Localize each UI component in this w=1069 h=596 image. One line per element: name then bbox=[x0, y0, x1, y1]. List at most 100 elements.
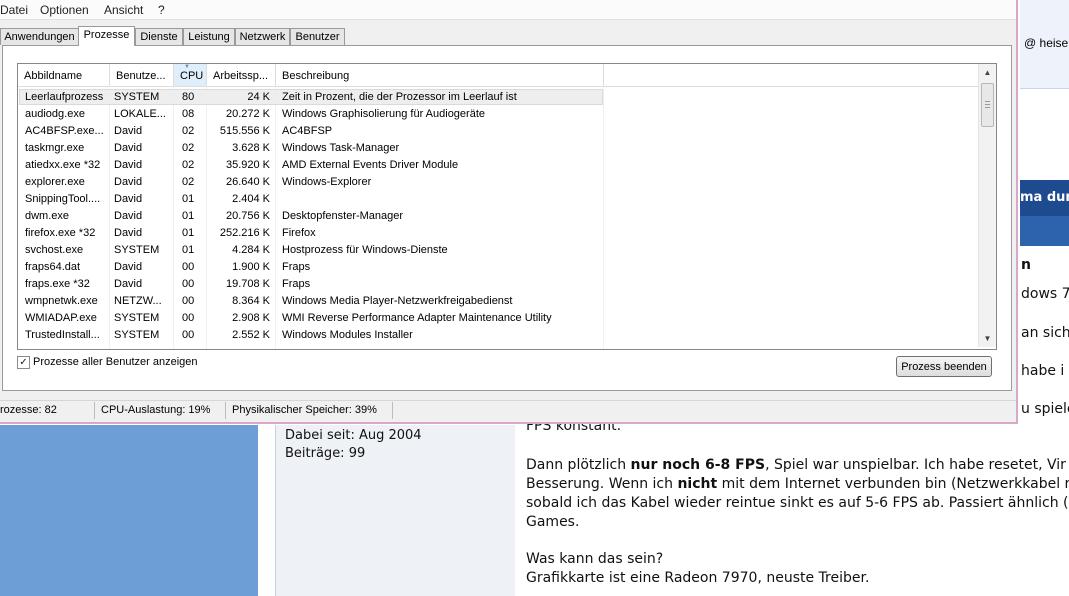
process-row[interactable]: svchost.exe SYSTEM 01 4.284 K Hostprozess fü… bbox=[18, 242, 978, 259]
process-row[interactable]: SnippingTool.... David 01 2.404 K bbox=[18, 191, 978, 208]
forum-heading-bar: ma dur bbox=[1020, 180, 1069, 216]
process-memory: 2.908 K bbox=[232, 312, 270, 324]
process-name: firefox.exe *32 bbox=[25, 227, 96, 239]
process-name: wmpnetwk.exe bbox=[25, 295, 98, 307]
process-description: Windows Graphisolierung für Audiogeräte bbox=[282, 108, 486, 120]
status-divider bbox=[392, 402, 393, 419]
process-name: WMIADAP.exe bbox=[25, 312, 97, 324]
process-row[interactable]: fraps.exe *32 David 00 19.708 K Fraps bbox=[18, 276, 978, 293]
process-rows: Leerlaufprozess SYSTEM 80 24 K Zeit in Proze… bbox=[18, 89, 978, 344]
post-body: FPS konstant. Dann plötzlich nur noch 6-8… bbox=[515, 418, 1069, 596]
process-user: SYSTEM bbox=[114, 244, 160, 256]
process-user: SYSTEM bbox=[114, 91, 160, 103]
process-description: Desktopfenster-Manager bbox=[282, 210, 404, 222]
process-row[interactable]: TrustedInstall... SYSTEM 00 2.552 K Windows … bbox=[18, 327, 978, 344]
process-description: Zeit in Prozent, die der Prozessor im Le… bbox=[282, 91, 517, 103]
post-text: , Spiel war unspielbar. Ich habe resetet… bbox=[765, 457, 1066, 473]
post-author-info: Dabei seit: Aug 2004 Beiträge: 99 bbox=[275, 425, 516, 596]
process-row[interactable]: explorer.exe David 02 26.640 K Windows-Explo… bbox=[18, 174, 978, 191]
process-row[interactable]: fraps64.dat David 00 1.900 K Fraps bbox=[18, 259, 978, 276]
tab-performance[interactable]: Leistung bbox=[183, 28, 235, 45]
process-memory: 2.404 K bbox=[232, 193, 270, 205]
process-description: Fraps bbox=[282, 278, 311, 290]
process-user: David bbox=[114, 210, 143, 222]
process-memory: 252.216 K bbox=[219, 227, 270, 239]
post-line: Dann plötzlich nur noch 6-8 FPS, Spiel w… bbox=[526, 457, 1066, 473]
process-memory: 24 K bbox=[247, 91, 270, 103]
menu-view[interactable]: Ansicht bbox=[104, 3, 143, 17]
process-row[interactable]: Leerlaufprozess SYSTEM 80 24 K Zeit in Proze… bbox=[18, 89, 978, 106]
process-description: WMI Reverse Performance Adapter Maintena… bbox=[282, 312, 552, 324]
post-text: Was kann das sein? bbox=[526, 551, 664, 567]
menu-help[interactable]: ? bbox=[158, 3, 165, 17]
process-row[interactable]: wmpnetwk.exe NETZW... 00 8.364 K Windows Med… bbox=[18, 293, 978, 310]
task-manager-window: Datei Optionen Ansicht ? Anwendungen Pro… bbox=[0, 0, 1018, 424]
process-description: Windows Task-Manager bbox=[282, 142, 400, 154]
menu-file[interactable]: Datei bbox=[0, 3, 28, 17]
forum-fragment: dows 7 bbox=[1021, 286, 1069, 302]
forum-fragment: habe i bbox=[1021, 363, 1065, 379]
process-user: SYSTEM bbox=[114, 312, 160, 324]
process-user: David bbox=[114, 176, 143, 188]
tab-network[interactable]: Netzwerk bbox=[235, 28, 290, 45]
process-cpu: 00 bbox=[182, 329, 195, 341]
process-row[interactable]: WMIADAP.exe SYSTEM 00 2.908 K WMI Reverse Pe… bbox=[18, 310, 978, 327]
processes-panel: Abbildname Benutze... ▼ CPU Arbeitssp...… bbox=[2, 45, 1012, 391]
process-user: David bbox=[114, 227, 143, 239]
tab-applications[interactable]: Anwendungen bbox=[0, 28, 79, 45]
forum-subheading-bar bbox=[1020, 216, 1069, 246]
process-cpu: 08 bbox=[182, 108, 195, 120]
post-line: Was kann das sein? bbox=[526, 551, 663, 567]
post-text: Dann plötzlich bbox=[526, 457, 631, 473]
process-cpu: 01 bbox=[182, 193, 195, 205]
process-row[interactable]: dwm.exe David 01 20.756 K Desktopfenster-Man… bbox=[18, 208, 978, 225]
column-header-working-set[interactable]: Arbeitssp... bbox=[207, 64, 276, 86]
end-process-button[interactable]: Prozess beenden bbox=[896, 356, 992, 377]
process-user: David bbox=[114, 159, 143, 171]
process-memory: 2.552 K bbox=[232, 329, 270, 341]
scroll-down-icon[interactable]: ▼ bbox=[979, 330, 996, 347]
process-memory: 4.284 K bbox=[232, 244, 270, 256]
process-row[interactable]: atiedxx.exe *32 David 02 35.920 K AMD Extern… bbox=[18, 157, 978, 174]
process-list-header: Abbildname Benutze... ▼ CPU Arbeitssp...… bbox=[18, 64, 978, 87]
process-memory: 20.272 K bbox=[225, 108, 270, 120]
column-header-user[interactable]: Benutze... bbox=[110, 64, 174, 86]
show-all-users-checkbox[interactable]: ✓ bbox=[17, 356, 30, 369]
process-list[interactable]: Abbildname Benutze... ▼ CPU Arbeitssp...… bbox=[17, 63, 997, 350]
process-row[interactable]: AC4BFSP.exe... David 02 515.556 K AC4BFSP bbox=[18, 123, 978, 140]
bookmark-heise[interactable]: @ heise bbox=[1024, 36, 1068, 50]
process-row[interactable]: firefox.exe *32 David 01 252.216 K Firefox bbox=[18, 225, 978, 242]
tab-users[interactable]: Benutzer bbox=[290, 28, 345, 45]
scroll-thumb[interactable] bbox=[981, 83, 994, 127]
column-header-description[interactable]: Beschreibung bbox=[276, 64, 604, 86]
status-cpu-usage: CPU-Auslastung: 19% bbox=[101, 404, 211, 416]
process-cpu: 02 bbox=[182, 125, 195, 137]
post-text: mit dem Internet verbunden bin (Netzwerk… bbox=[717, 476, 1069, 492]
process-description: Firefox bbox=[282, 227, 316, 239]
tab-services[interactable]: Dienste bbox=[135, 28, 183, 45]
process-list-scrollbar[interactable]: ▲ ▼ bbox=[978, 64, 996, 347]
process-name: audiodg.exe bbox=[25, 108, 85, 120]
process-description: Windows-Explorer bbox=[282, 176, 372, 188]
post-emphasis: nicht bbox=[677, 476, 718, 492]
process-name: SnippingTool.... bbox=[25, 193, 101, 205]
process-row[interactable]: taskmgr.exe David 02 3.628 K Windows Task-Ma… bbox=[18, 140, 978, 157]
column-header-cpu[interactable]: ▼ CPU bbox=[174, 64, 207, 86]
post-line: Grafikkarte ist eine Radeon 7970, neuste… bbox=[526, 570, 869, 586]
process-row[interactable]: audiodg.exe LOKALE... 08 20.272 K Windows Gr… bbox=[18, 106, 978, 123]
process-cpu: 02 bbox=[182, 159, 195, 171]
process-cpu: 00 bbox=[182, 278, 195, 290]
status-divider bbox=[225, 402, 226, 419]
post-text: Besserung. Wenn ich bbox=[526, 476, 678, 492]
tab-processes[interactable]: Prozesse bbox=[78, 26, 135, 46]
process-cpu: 02 bbox=[182, 142, 195, 154]
process-description: Windows Modules Installer bbox=[282, 329, 413, 341]
menu-options[interactable]: Optionen bbox=[40, 3, 89, 17]
process-user: David bbox=[114, 125, 143, 137]
column-header-image-name[interactable]: Abbildname bbox=[18, 64, 110, 86]
process-memory: 8.364 K bbox=[232, 295, 270, 307]
process-memory: 26.640 K bbox=[225, 176, 270, 188]
process-memory: 515.556 K bbox=[219, 125, 270, 137]
scroll-up-icon[interactable]: ▲ bbox=[979, 64, 996, 81]
status-divider bbox=[94, 402, 95, 419]
